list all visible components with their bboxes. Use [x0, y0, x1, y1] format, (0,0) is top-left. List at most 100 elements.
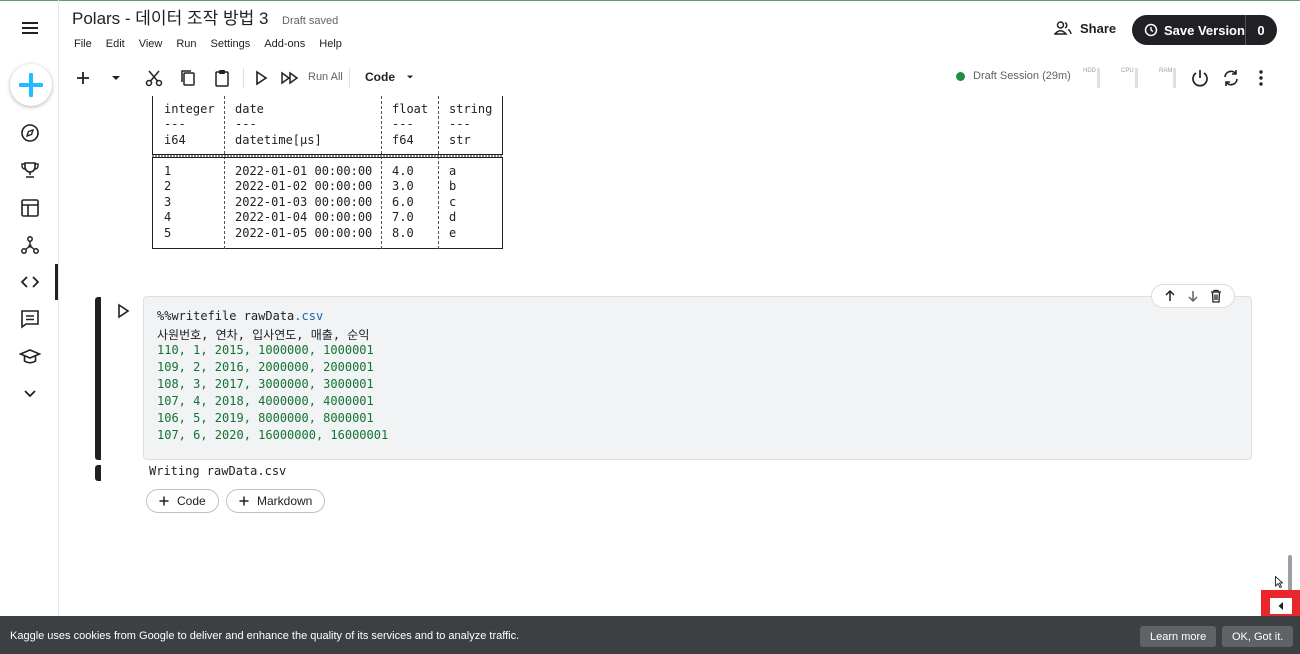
column-separator: ---	[392, 117, 414, 131]
save-version-count[interactable]: 0	[1246, 23, 1276, 38]
cell-controls	[1151, 284, 1235, 308]
cut-icon[interactable]	[144, 68, 164, 88]
table-cell: b	[449, 179, 457, 193]
table-icon[interactable]	[19, 197, 41, 219]
scrollbar-thumb[interactable]	[1288, 555, 1292, 595]
save-version-button[interactable]: Save Version 0	[1132, 15, 1277, 45]
code-line: 108, 3, 2017, 3000000, 3000001	[157, 377, 374, 391]
plus-icon	[239, 496, 249, 506]
session-label: Draft Session (29m)	[973, 70, 1071, 82]
column-dtype: i64	[164, 133, 186, 147]
run-all-button[interactable]: Run All	[308, 71, 343, 83]
cookie-message: Kaggle uses cookies from Google to deliv…	[10, 630, 520, 642]
column-header: float	[392, 102, 429, 116]
caret-down-icon	[407, 75, 413, 79]
delete-icon[interactable]	[1209, 289, 1223, 303]
menu-add-ons[interactable]: Add-ons	[264, 38, 305, 50]
add-cell-icon[interactable]	[73, 68, 93, 88]
share-label: Share	[1080, 20, 1117, 36]
code-line: %%writefile rawData.csv	[157, 309, 323, 323]
move-up-icon[interactable]	[1163, 289, 1177, 303]
table-cell: 3.0	[392, 179, 414, 193]
copy-icon[interactable]	[178, 68, 198, 88]
column-header: date	[235, 102, 264, 116]
caret-left-icon	[1278, 602, 1283, 610]
cell-type-select[interactable]: Code	[365, 70, 415, 84]
create-button[interactable]	[10, 64, 52, 106]
column-divider	[438, 96, 439, 249]
column-separator: ---	[235, 117, 257, 131]
caret-down-icon[interactable]	[106, 68, 126, 88]
menu-run[interactable]: Run	[176, 38, 196, 50]
menu-settings[interactable]: Settings	[211, 38, 251, 50]
menu-view[interactable]: View	[139, 38, 163, 50]
code-ext: .csv	[294, 309, 324, 323]
toolbar-divider	[243, 68, 244, 88]
notebook-toolbar: Run All Code Draft Session (29m) HDD CPU…	[60, 62, 1300, 94]
menu-help[interactable]: Help	[319, 38, 342, 50]
code-icon[interactable]	[19, 271, 41, 293]
notebook-title[interactable]: Polars - 데이터 조작 방법 3	[72, 4, 268, 29]
column-dtype: f64	[392, 133, 414, 147]
more-vert-icon[interactable]	[1251, 68, 1271, 88]
power-icon[interactable]	[1190, 68, 1210, 88]
cookie-banner: Kaggle uses cookies from Google to deliv…	[0, 616, 1300, 654]
chevron-down-icon[interactable]	[19, 383, 41, 405]
run-all-icon[interactable]	[280, 68, 300, 88]
menu-edit[interactable]: Edit	[106, 38, 125, 50]
add-code-cell-button[interactable]: Code	[146, 489, 219, 513]
code-line: 106, 5, 2019, 8000000, 8000001	[157, 411, 374, 425]
table-cell: 5	[164, 226, 172, 240]
paste-icon[interactable]	[212, 68, 232, 88]
table-cell: d	[449, 210, 457, 224]
table-cell: c	[449, 195, 457, 209]
table-cell: e	[449, 226, 457, 240]
mouse-cursor-icon	[1275, 576, 1283, 588]
cookie-ok-button[interactable]: OK, Got it.	[1222, 626, 1294, 647]
trophy-icon[interactable]	[19, 159, 41, 181]
move-down-icon[interactable]	[1186, 289, 1200, 303]
cell-type-value: Code	[365, 70, 395, 84]
compass-icon[interactable]	[19, 122, 41, 144]
active-indicator	[55, 264, 58, 300]
cpu-meter	[1135, 68, 1138, 88]
add-markdown-cell-button[interactable]: Markdown	[226, 489, 326, 513]
add-markdown-label: Markdown	[257, 494, 313, 508]
restart-icon[interactable]	[1221, 68, 1241, 88]
ram-label: RAM	[1159, 68, 1173, 74]
toolbar-divider	[349, 68, 350, 88]
discussion-icon[interactable]	[19, 308, 41, 330]
session-status[interactable]: Draft Session (29m)	[956, 70, 1071, 82]
column-separator: ---	[449, 117, 471, 131]
table-cell: 7.0	[392, 210, 414, 224]
plus-icon	[19, 73, 43, 97]
left-navigation-rail	[0, 0, 59, 616]
plus-icon	[159, 496, 169, 506]
column-separator: ---	[164, 117, 186, 131]
side-panel-toggle-button[interactable]	[1270, 598, 1292, 614]
code-line: 107, 6, 2020, 16000000, 16000001	[157, 428, 389, 442]
share-button[interactable]: Share	[1054, 20, 1116, 36]
output-selection-bar	[95, 465, 101, 481]
table-cell: 3	[164, 195, 172, 209]
menubar: File Edit View Run Settings Add-ons Help	[74, 38, 356, 50]
code-editor[interactable]: %%writefile rawData.csv 사원번호, 연차, 입사연도, …	[143, 296, 1252, 460]
code-line: 107, 4, 2018, 4000000, 4000001	[157, 394, 374, 408]
ram-meter	[1173, 68, 1176, 88]
learn-more-button[interactable]: Learn more	[1140, 626, 1217, 647]
header-separator	[152, 154, 503, 158]
menu-file[interactable]: File	[74, 38, 92, 50]
run-cell-icon[interactable]	[114, 302, 132, 320]
table-cell: 2022-01-01 00:00:00	[235, 164, 373, 178]
cpu-label: CPU	[1121, 68, 1134, 74]
save-version-label: Save Version	[1164, 22, 1245, 38]
models-icon[interactable]	[19, 234, 41, 256]
code-magic: %%writefile rawData	[157, 309, 295, 323]
hamburger-menu-icon[interactable]	[20, 18, 40, 38]
top-border	[0, 0, 1300, 1]
run-cell-icon[interactable]	[251, 68, 271, 88]
code-line: 110, 1, 2015, 1000000, 1000001	[157, 343, 374, 357]
learn-icon[interactable]	[19, 346, 41, 368]
table-cell: 2	[164, 179, 172, 193]
table-cell: a	[449, 164, 457, 178]
